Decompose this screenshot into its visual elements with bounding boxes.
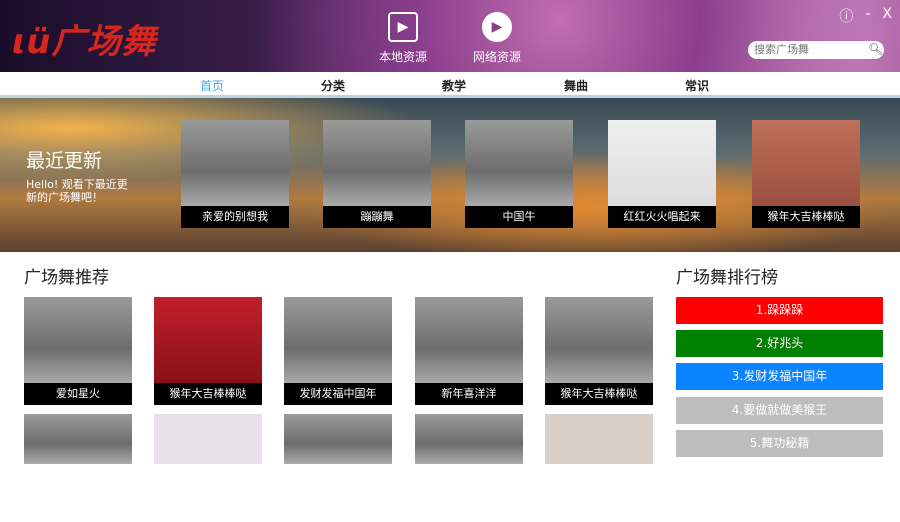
tab-home[interactable]: 首页 [182, 77, 242, 94]
app-logo: ιü广场舞 [12, 22, 157, 62]
recommend-video-card[interactable] [154, 414, 262, 522]
tab-category[interactable]: 分类 [303, 77, 363, 94]
banner-subtitle: Hello! 观看下最近更新的广场舞吧！ [26, 178, 128, 204]
ranking-title: 广场舞排行榜 [676, 268, 778, 288]
video-title: 亲爱的别想我 [181, 206, 289, 228]
tab-teaching[interactable]: 教学 [424, 77, 484, 94]
recommend-video-card[interactable]: 猴年大吉棒棒哒 [154, 297, 262, 405]
close-button[interactable]: X [882, 6, 892, 26]
main-tabs: 首页 分类 教学 舞曲 常识 [0, 72, 900, 98]
tab-knowledge[interactable]: 常识 [667, 77, 727, 94]
recommend-video-card[interactable] [545, 414, 653, 522]
recommend-video-card[interactable] [24, 414, 132, 522]
nav-local-resources[interactable]: ▶ 本地资源 [368, 12, 438, 65]
video-thumbnail [545, 414, 653, 464]
video-thumbnail [545, 297, 653, 383]
header: ιü广场舞 ▶ 本地资源 ▶ 网络资源 ⓘ - X 🔍︎ [0, 0, 900, 72]
tab-music[interactable]: 舞曲 [546, 77, 606, 94]
video-thumbnail [181, 120, 289, 206]
video-thumbnail [752, 120, 860, 206]
search-input[interactable] [748, 41, 884, 59]
nav-network-resources[interactable]: ▶ 网络资源 [462, 12, 532, 65]
video-title: 蹦蹦舞 [323, 206, 431, 228]
video-thumbnail [323, 120, 431, 206]
video-title: 猴年大吉棒棒哒 [545, 383, 653, 405]
recommend-video-card[interactable] [284, 414, 392, 522]
recent-video-card[interactable]: 中国牛 [465, 120, 573, 228]
recommend-video-card[interactable]: 爱如星火 [24, 297, 132, 405]
recommend-video-card[interactable] [415, 414, 523, 522]
video-thumbnail [24, 297, 132, 383]
ranking-item[interactable]: 2.好兆头 [676, 330, 883, 357]
video-thumbnail [415, 297, 523, 383]
minimize-button[interactable]: - [865, 6, 870, 26]
video-thumbnail [154, 297, 262, 383]
video-title: 红红火火唱起来 [608, 206, 716, 228]
recent-updates-banner: 最近更新 Hello! 观看下最近更新的广场舞吧！ 亲爱的别想我 蹦蹦舞 中国牛… [0, 98, 900, 252]
video-thumbnail [284, 414, 392, 464]
ranking-item[interactable]: 5.舞功秘籍 [676, 430, 883, 457]
video-thumbnail [415, 414, 523, 464]
play-disc-icon: ▶ [482, 12, 512, 42]
video-title: 猴年大吉棒棒哒 [752, 206, 860, 228]
recommend-video-card[interactable]: 发财发福中国年 [284, 297, 392, 405]
info-button[interactable]: ⓘ [839, 6, 853, 26]
video-title: 中国牛 [465, 206, 573, 228]
recommend-video-card[interactable]: 新年喜洋洋 [415, 297, 523, 405]
video-title: 爱如星火 [24, 383, 132, 405]
video-thumbnail [24, 414, 132, 464]
search-icon[interactable]: 🔍︎ [868, 42, 883, 56]
film-icon: ▶ [388, 12, 418, 42]
recent-video-card[interactable]: 蹦蹦舞 [323, 120, 431, 228]
banner-title: 最近更新 [26, 150, 103, 172]
recent-video-card[interactable]: 猴年大吉棒棒哒 [752, 120, 860, 228]
ranking-item[interactable]: 4.要做就做美猴王 [676, 397, 883, 424]
nav-label: 网络资源 [472, 50, 521, 64]
video-thumbnail [154, 414, 262, 464]
video-thumbnail [608, 120, 716, 206]
video-thumbnail [465, 120, 573, 206]
nav-label: 本地资源 [378, 50, 427, 64]
video-thumbnail [284, 297, 392, 383]
video-title: 发财发福中国年 [284, 383, 392, 405]
ranking-item[interactable]: 1.跺跺跺 [676, 297, 883, 324]
recommend-title: 广场舞推荐 [24, 268, 109, 288]
recommend-video-card[interactable]: 猴年大吉棒棒哒 [545, 297, 653, 405]
recent-video-card[interactable]: 红红火火唱起来 [608, 120, 716, 228]
ranking-item[interactable]: 3.发财发福中国年 [676, 363, 883, 390]
video-title: 新年喜洋洋 [415, 383, 523, 405]
video-title: 猴年大吉棒棒哒 [154, 383, 262, 405]
recent-video-card[interactable]: 亲爱的别想我 [181, 120, 289, 228]
